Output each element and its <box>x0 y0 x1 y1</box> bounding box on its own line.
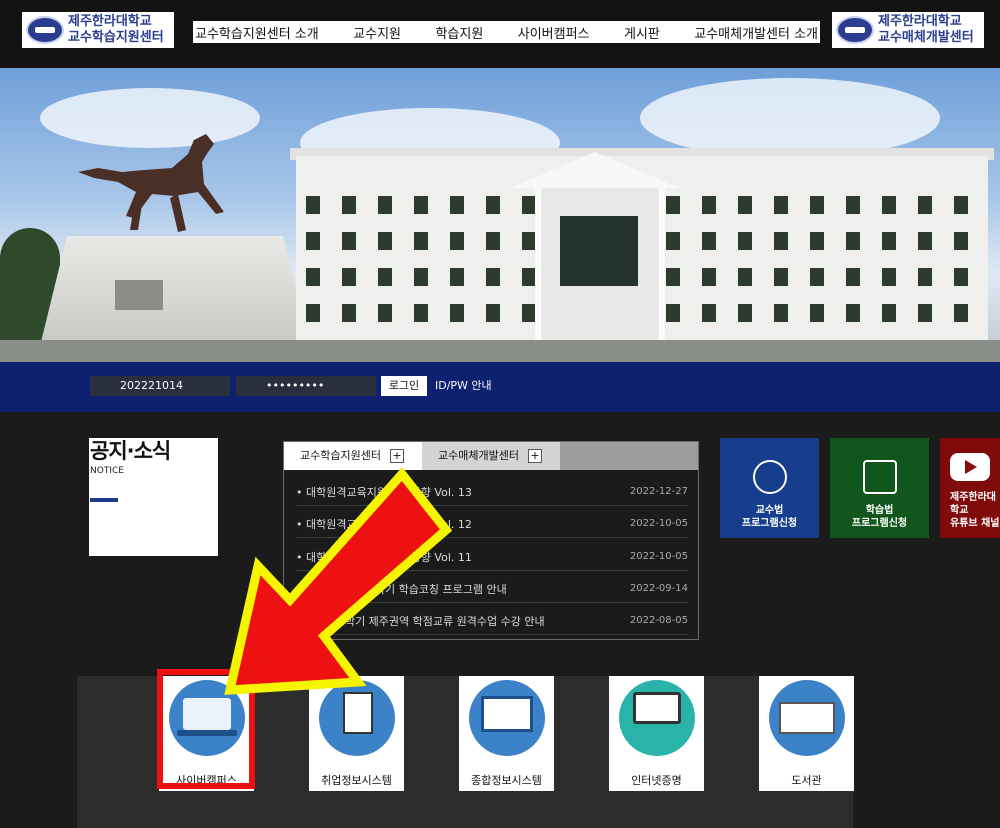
statue-pedestal <box>40 236 310 346</box>
logo-line1: 제주한라대학교 <box>68 14 152 29</box>
tile-label: 학습법 프로그램신청 <box>851 505 908 529</box>
notice-row-date: 2022-08-05 <box>629 615 688 626</box>
service-label: 종합정보시스템 <box>471 774 542 787</box>
notice-subtitle: NOTICE <box>90 466 124 476</box>
notice-accent-bar <box>90 498 118 502</box>
university-emblem-icon <box>836 16 874 44</box>
notice-row-date: 2022-09-14 <box>629 583 688 594</box>
idpw-guide-link[interactable]: ID/PW 안내 <box>435 376 492 396</box>
login-bar: 로그인 ID/PW 안내 <box>0 362 1000 412</box>
youtube-icon <box>950 453 990 481</box>
horse-statue-icon <box>78 134 224 232</box>
notice-title: 공지·소식 <box>90 439 171 463</box>
nav-cyber-campus[interactable]: 사이버캠퍼스 <box>518 23 590 42</box>
notice-row-date: 2022-10-05 <box>629 551 688 562</box>
tile-label: 교수법 프로그램신청 <box>741 505 798 529</box>
tile-label: 제주한라대학교 유튜브 채널 <box>950 492 1000 529</box>
user-id-input[interactable] <box>90 376 230 396</box>
plus-icon[interactable]: + <box>528 449 542 463</box>
nav-center-intro[interactable]: 교수학습지원센터 소개 <box>195 23 319 42</box>
university-emblem-icon <box>26 16 64 44</box>
annotation-arrow-icon <box>224 468 453 695</box>
tab-label: 교수매체개발센터 <box>438 449 519 462</box>
document-edit-icon <box>862 460 897 494</box>
logo-line1: 제주한라대학교 <box>878 14 962 29</box>
notice-tabs: 교수학습지원센터 + 교수매체개발센터 + <box>284 442 698 470</box>
password-input[interactable] <box>236 376 376 396</box>
logo-media-development-center[interactable]: 제주한라대학교 교수매체개발센터 <box>832 12 984 48</box>
person-icon <box>752 460 787 494</box>
site-header: 제주한라대학교 교수학습지원센터 교수학습지원센터 소개 교수지원 학습지원 사… <box>0 0 1000 68</box>
login-button[interactable]: 로그인 <box>381 376 427 396</box>
book-icon <box>769 680 845 756</box>
nav-media-center-intro[interactable]: 교수매체개발센터 소개 <box>694 23 818 42</box>
hero-campus-photo <box>0 68 1000 362</box>
pedestal-plaque <box>115 280 163 310</box>
logo-teaching-learning-center[interactable]: 제주한라대학교 교수학습지원센터 <box>22 12 174 48</box>
nav-board[interactable]: 게시판 <box>624 23 660 42</box>
notice-row-date: 2022-12-27 <box>629 486 688 497</box>
internet-certificate-link[interactable]: 인터넷증명 <box>609 676 704 791</box>
service-label: 도서관 <box>791 774 822 787</box>
notice-row-date: 2022-10-05 <box>629 518 688 529</box>
logo-line2: 교수학습지원센터 <box>68 30 164 45</box>
plus-icon[interactable]: + <box>390 449 404 463</box>
tab-label: 교수학습지원센터 <box>300 449 381 462</box>
logo-line2: 교수매체개발센터 <box>878 30 974 45</box>
tab-media-development-center[interactable]: 교수매체개발센터 + <box>422 442 560 470</box>
teaching-program-tile[interactable]: 교수법 프로그램신청 <box>720 438 819 538</box>
tab-teaching-learning-center[interactable]: 교수학습지원센터 + <box>284 442 422 470</box>
nav-learning-support[interactable]: 학습지원 <box>435 23 483 42</box>
notice-heading-box: 공지·소식 NOTICE <box>89 438 218 556</box>
laptop-download-icon <box>619 680 695 756</box>
service-label: 취업정보시스템 <box>321 774 392 787</box>
youtube-channel-tile[interactable]: 제주한라대학교 유튜브 채널 <box>940 438 1000 538</box>
service-label: 인터넷증명 <box>631 774 682 787</box>
main-nav: 교수학습지원센터 소개 교수지원 학습지원 사이버캠퍼스 게시판 교수매체개발센… <box>193 21 820 43</box>
learning-program-tile[interactable]: 학습법 프로그램신청 <box>830 438 929 538</box>
nav-faculty-support[interactable]: 교수지원 <box>353 23 401 42</box>
library-link[interactable]: 도서관 <box>759 676 854 791</box>
